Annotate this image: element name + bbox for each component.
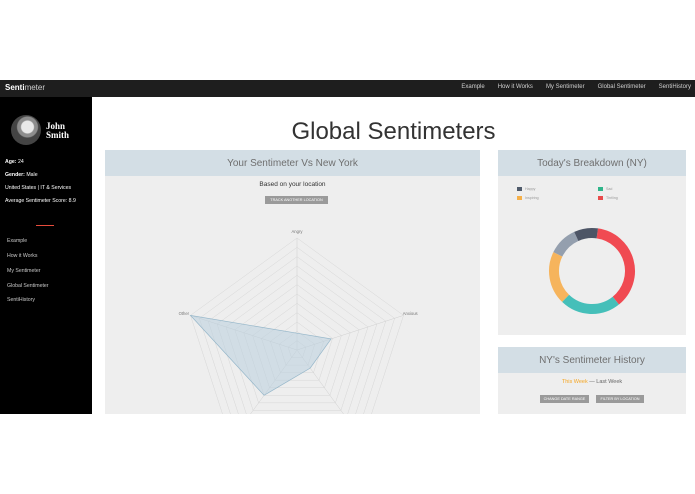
donut-segment-sad bbox=[562, 294, 619, 314]
legend-happy: Happy bbox=[517, 187, 535, 191]
user-gender: Gender: Male bbox=[5, 172, 38, 178]
legend-inspiring: Inspiring bbox=[517, 196, 539, 200]
last-week-link[interactable]: Last Week bbox=[596, 379, 622, 385]
user-name: John Smith bbox=[46, 122, 86, 140]
sidebar: John Smith Age: 24 Gender: Male United S… bbox=[0, 97, 92, 414]
breakdown-panel-title: Today's Breakdown (NY) bbox=[498, 150, 686, 176]
top-navbar: Sentimeter Example How it Works My Senti… bbox=[0, 80, 695, 97]
donut-segment-grey bbox=[553, 231, 579, 257]
sidebar-item-how-it-works[interactable]: How it Works bbox=[7, 253, 37, 259]
week-separator: — bbox=[587, 379, 597, 385]
nav-how-it-works[interactable]: How it Works bbox=[498, 84, 533, 90]
sidebar-item-global-sentimeter[interactable]: Global Sentimeter bbox=[7, 283, 49, 289]
radar-axis-label: Other bbox=[179, 311, 190, 316]
change-date-range-button[interactable]: CHANGE DATE RANGE bbox=[540, 395, 589, 403]
radar-subtitle: Based on your location bbox=[259, 181, 326, 188]
sidebar-item-sentihistory[interactable]: SentiHistory bbox=[7, 297, 35, 303]
donut-segment-happy bbox=[574, 228, 598, 242]
history-week-toggle: This Week — Last Week bbox=[498, 379, 686, 385]
radar-chart: AngryAnxiousExcitingInspiringOther bbox=[179, 229, 418, 414]
user-location: United States | IT & Services bbox=[5, 185, 72, 191]
legend-swatch-sad bbox=[598, 187, 603, 191]
this-week-link[interactable]: This Week bbox=[562, 379, 588, 385]
radar-panel-title: Your Sentimeter Vs New York bbox=[105, 150, 480, 176]
donut-segment-inspiring bbox=[549, 252, 570, 302]
legend-swatch-inspiring bbox=[517, 196, 522, 200]
legend-sad: Sad bbox=[598, 187, 612, 191]
history-panel-title: NY's Sentimeter History bbox=[498, 347, 686, 373]
brand-rest: meter bbox=[24, 83, 46, 92]
brand-logo[interactable]: Sentimeter bbox=[5, 83, 45, 92]
top-nav: Example How it Works My Sentimeter Globa… bbox=[461, 84, 691, 90]
user-score: Average Sentimeter Score: 8.9 bbox=[5, 198, 76, 204]
filter-by-location-button[interactable]: FILTER BY LOCATION bbox=[596, 395, 644, 403]
brand-bold: Senti bbox=[5, 83, 25, 92]
donut-chart bbox=[549, 228, 635, 314]
main-content: Global Sentimeters Your Sentimeter Vs Ne… bbox=[92, 97, 695, 414]
breakdown-panel: Today's Breakdown (NY) Happy Sad Inspiri… bbox=[498, 150, 686, 335]
radar-axis-label: Angry bbox=[292, 229, 304, 234]
legend-swatch-happy bbox=[517, 187, 522, 191]
radar-axis-label: Anxious bbox=[403, 311, 418, 316]
nav-example[interactable]: Example bbox=[461, 84, 484, 90]
radar-panel: Your Sentimeter Vs New York Based on you… bbox=[105, 150, 480, 414]
legend-swatch-thriling bbox=[598, 196, 603, 200]
nav-my-sentimeter[interactable]: My Sentimeter bbox=[546, 84, 585, 90]
nav-global-sentimeter[interactable]: Global Sentimeter bbox=[598, 84, 646, 90]
user-age: Age: 24 bbox=[5, 159, 24, 165]
history-panel: NY's Sentimeter History This Week — Last… bbox=[498, 347, 686, 414]
donut-segments bbox=[549, 228, 635, 314]
track-location-button[interactable]: TRACK ANOTHER LOCATION bbox=[265, 196, 328, 204]
nav-sentihistory[interactable]: SentiHistory bbox=[659, 84, 691, 90]
donut-segment-thriling bbox=[596, 228, 635, 305]
avatar bbox=[11, 115, 41, 145]
sidebar-item-example[interactable]: Example bbox=[7, 238, 27, 244]
user-last-name: Smith bbox=[46, 130, 70, 140]
legend-thriling: Thriling bbox=[598, 196, 618, 200]
sidebar-divider bbox=[36, 225, 54, 226]
page-title: Global Sentimeters bbox=[291, 118, 496, 145]
sidebar-item-my-sentimeter[interactable]: My Sentimeter bbox=[7, 268, 40, 274]
